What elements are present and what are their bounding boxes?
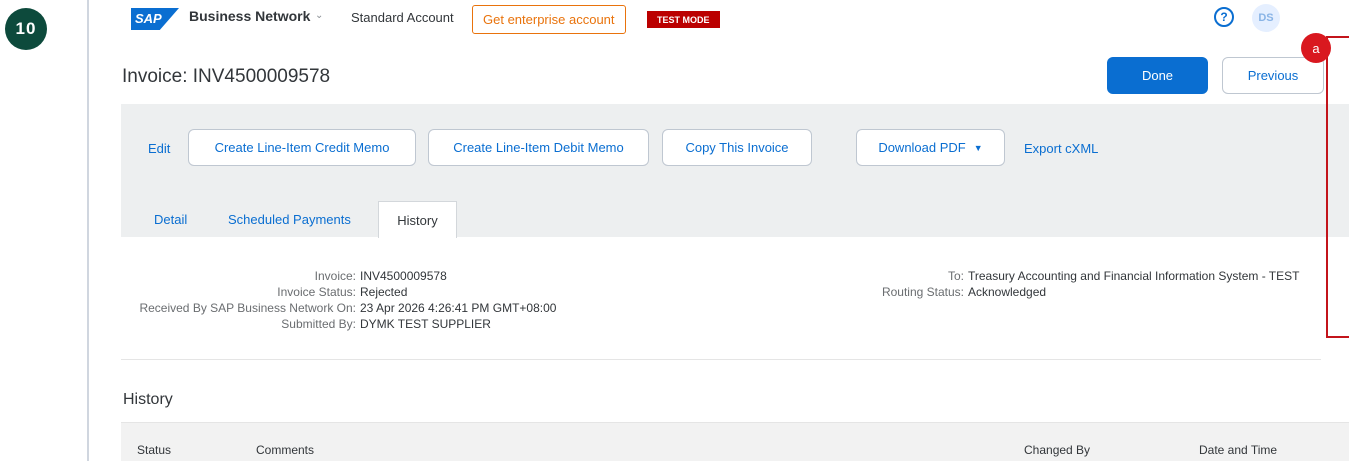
callout-marker: a: [1301, 33, 1331, 63]
to-value: Treasury Accounting and Financial Inform…: [968, 269, 1300, 283]
download-pdf-button[interactable]: Download PDF ▼: [856, 129, 1005, 166]
copy-invoice-button[interactable]: Copy This Invoice: [662, 129, 812, 166]
history-table-header: Status Comments Changed By Date and Time: [121, 422, 1349, 461]
routing-status-label: Routing Status:: [881, 285, 964, 299]
avatar[interactable]: DS: [1252, 4, 1280, 32]
invoice-value: INV4500009578: [360, 269, 447, 283]
export-cxml-link[interactable]: Export cXML: [1024, 141, 1098, 156]
chevron-down-icon[interactable]: ⌄: [315, 10, 323, 21]
help-icon[interactable]: ?: [1214, 7, 1234, 27]
received-on-value: 23 Apr 2026 4:26:41 PM GMT+08:00: [360, 301, 557, 315]
invoice-label: Invoice:: [314, 269, 356, 283]
tab-history[interactable]: History: [378, 201, 457, 238]
app-frame: SAP Business Network ⌄ Standard Account …: [87, 0, 1349, 461]
submitted-by-label: Submitted By:: [281, 317, 356, 331]
step-badge: 10: [5, 8, 47, 50]
tab-bar: Detail Scheduled Payments History: [121, 188, 1349, 238]
top-bar: SAP Business Network ⌄ Standard Account …: [89, 0, 1349, 36]
previous-button[interactable]: Previous: [1222, 57, 1324, 94]
tab-detail[interactable]: Detail: [154, 212, 187, 227]
page-title: Invoice: INV4500009578: [122, 66, 331, 87]
received-on-label: Received By SAP Business Network On:: [139, 301, 356, 315]
download-pdf-label: Download PDF: [878, 140, 966, 155]
column-status[interactable]: Status: [137, 443, 171, 457]
product-name[interactable]: Business Network: [189, 8, 310, 24]
tab-scheduled-payments[interactable]: Scheduled Payments: [228, 212, 351, 227]
caret-down-icon: ▼: [973, 142, 983, 153]
get-enterprise-button[interactable]: Get enterprise account: [472, 5, 626, 34]
to-label: To:: [947, 269, 964, 283]
column-comments[interactable]: Comments: [256, 443, 314, 457]
create-debit-memo-button[interactable]: Create Line-Item Debit Memo: [428, 129, 649, 166]
action-bar: Edit Create Line-Item Credit Memo Create…: [121, 104, 1349, 188]
test-mode-badge: TEST MODE: [647, 11, 720, 28]
column-changed-by[interactable]: Changed By: [1024, 443, 1090, 457]
callout-bracket: [1326, 36, 1349, 338]
divider: [121, 359, 1321, 360]
submitted-by-value: DYMK TEST SUPPLIER: [360, 317, 491, 331]
account-type: Standard Account: [351, 10, 454, 25]
invoice-status-value: Rejected: [360, 285, 408, 299]
column-date-time[interactable]: Date and Time: [1199, 443, 1277, 457]
done-button[interactable]: Done: [1107, 57, 1208, 94]
edit-link[interactable]: Edit: [148, 141, 170, 156]
routing-status-value: Acknowledged: [968, 285, 1047, 299]
invoice-status-label: Invoice Status:: [277, 285, 356, 299]
history-section-title: History: [123, 391, 173, 408]
sap-logo[interactable]: SAP: [131, 8, 179, 30]
create-credit-memo-button[interactable]: Create Line-Item Credit Memo: [188, 129, 416, 166]
